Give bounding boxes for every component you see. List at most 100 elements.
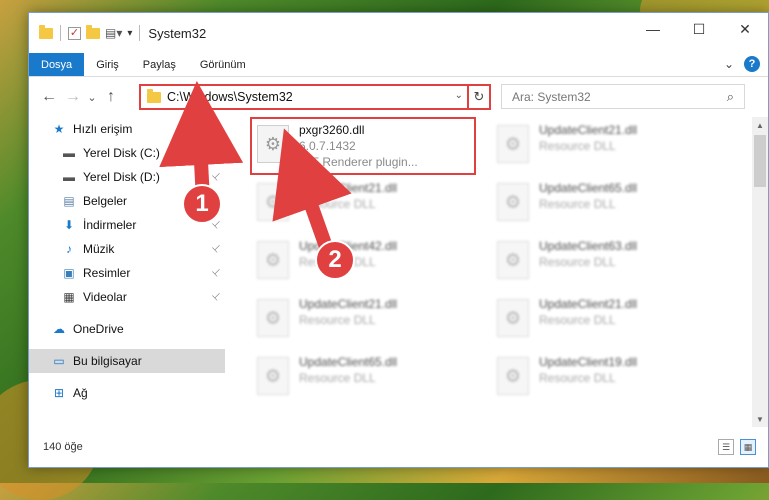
- file-item[interactable]: ⚙ UpdateClient21.dll Resource DLL: [497, 297, 727, 353]
- file-item[interactable]: ⚙ UpdateClient19.dll Resource DLL: [497, 355, 727, 411]
- sidebar-item-label: Resimler: [83, 266, 131, 280]
- pin-icon[interactable]: ⊥: [210, 170, 224, 184]
- tiles-view-icon[interactable]: ▦: [740, 439, 756, 455]
- dll-file-icon: ⚙: [497, 241, 529, 279]
- sidebar-item-label: Bu bilgisayar: [73, 354, 142, 368]
- minimize-button[interactable]: —: [630, 13, 676, 45]
- pictures-icon: ▣: [63, 266, 75, 280]
- music-icon: ♪: [66, 242, 72, 256]
- forward-button[interactable]: →: [61, 85, 85, 109]
- up-button[interactable]: ↑: [99, 85, 123, 109]
- search-input[interactable]: Ara: System32 ⌕: [501, 84, 745, 109]
- pin-icon[interactable]: ⊥: [210, 146, 224, 160]
- file-info: UpdateClient65.dll Resource DLL: [299, 355, 397, 385]
- file-info: UpdateClient21.dll Resource DLL: [299, 297, 397, 327]
- status-bar: 140 öğe ☰ ▦: [29, 427, 768, 467]
- search-placeholder: Ara: System32: [512, 89, 591, 104]
- folder-icon: [147, 88, 161, 103]
- new-folder-icon[interactable]: [86, 24, 100, 39]
- divider: [60, 25, 61, 41]
- sidebar-item[interactable]: ▭ Bu bilgisayar: [29, 349, 225, 373]
- dll-file-icon: ⚙: [257, 183, 289, 221]
- search-icon[interactable]: ⌕: [727, 89, 734, 105]
- file-item[interactable]: ⚙ UpdateClient65.dll Resource DLL: [497, 181, 727, 237]
- file-name: UpdateClient21.dll: [299, 297, 398, 311]
- scroll-up-icon[interactable]: ▲: [752, 117, 768, 133]
- file-detail: Resource DLL: [299, 371, 376, 385]
- chevron-down-icon[interactable]: ⌄: [455, 90, 463, 101]
- recent-locations-button[interactable]: ⌄: [85, 85, 99, 109]
- tab-giris[interactable]: Giriş: [84, 53, 131, 76]
- dll-file-icon: ⚙: [497, 183, 529, 221]
- refresh-button[interactable]: ↻: [467, 86, 489, 108]
- scroll-down-icon[interactable]: ▼: [752, 411, 768, 427]
- navigation-pane: ★ Hızlı erişim ▬ Yerel Disk (C:) ⊥ ▬ Yerel Dis…: [29, 117, 225, 427]
- dll-file-icon: ⚙: [497, 299, 529, 337]
- sidebar-item[interactable]: ▣ Resimler ⊥: [29, 261, 225, 285]
- file-item[interactable]: ⚙ UpdateClient21.dll Resource DLL: [257, 181, 487, 237]
- expand-ribbon-icon[interactable]: ⌄: [724, 57, 734, 71]
- customize-toolbar-icon[interactable]: ▤▾: [105, 26, 122, 40]
- pin-icon[interactable]: ⊥: [210, 266, 224, 280]
- file-item[interactable]: ⚙ UpdateClient63.dll Resource DLL: [497, 239, 727, 295]
- file-name: UpdateClient19.dll: [539, 355, 638, 369]
- file-info: UpdateClient65.dll Resource DLL: [539, 181, 637, 211]
- file-detail: Resource DLL: [539, 255, 616, 269]
- address-path[interactable]: C:\Windows\System32: [167, 90, 293, 104]
- file-item[interactable]: ⚙ UpdateClient65.dll Resource DLL: [257, 355, 487, 411]
- file-name: UpdateClient21.dll: [299, 181, 398, 195]
- sidebar-item[interactable]: ♪ Müzik ⊥: [29, 237, 225, 261]
- details-view-icon[interactable]: ☰: [718, 439, 734, 455]
- pin-icon[interactable]: ⊥: [210, 242, 224, 256]
- navigation-bar: ← → ⌄ ↑ C:\Windows\System32 ⌄ ↻ Ara: Sys…: [29, 77, 768, 117]
- file-name: UpdateClient65.dll: [299, 355, 398, 369]
- scroll-thumb[interactable]: [754, 135, 766, 187]
- back-button[interactable]: ←: [37, 85, 61, 109]
- chevron-down-icon[interactable]: ▾: [127, 28, 132, 39]
- network-icon: ⊞: [53, 386, 65, 400]
- download-icon: ⬇: [63, 218, 75, 232]
- file-name: UpdateClient21.dll: [539, 123, 638, 137]
- file-info: UpdateClient21.dll Resource DLL: [299, 181, 397, 211]
- sidebar-item-label: OneDrive: [73, 322, 124, 336]
- tab-dosya[interactable]: Dosya: [29, 53, 85, 76]
- file-detail: Resource DLL: [299, 313, 376, 327]
- sidebar-item-label: Ağ: [73, 386, 88, 400]
- dll-file-icon: ⚙: [257, 299, 289, 337]
- sidebar-item[interactable]: ⊞ Ağ: [29, 381, 225, 405]
- file-info: UpdateClient21.dll Resource DLL: [539, 297, 637, 327]
- address-bar[interactable]: C:\Windows\System32 ⌄ ↻: [139, 84, 491, 110]
- maximize-button[interactable]: ☐: [676, 13, 722, 45]
- dll-file-icon: ⚙: [497, 357, 529, 395]
- file-name: UpdateClient65.dll: [539, 181, 638, 195]
- close-button[interactable]: ✕: [722, 13, 768, 45]
- file-name: UpdateClient21.dll: [539, 297, 638, 311]
- ribbon-tabs: Dosya Giriş Paylaş Görünüm ⌄ ?: [29, 53, 768, 77]
- file-item[interactable]: ⚙ UpdateClient21.dll Resource DLL: [257, 297, 487, 353]
- sidebar-item[interactable]: ☁ OneDrive: [29, 317, 225, 341]
- file-info: UpdateClient63.dll Resource DLL: [539, 239, 637, 269]
- quick-access-toolbar: ✓ ▤▾ ▾: [29, 24, 142, 41]
- properties-icon[interactable]: ✓: [68, 26, 81, 40]
- help-icon[interactable]: ?: [744, 56, 760, 72]
- window-controls: — ☐ ✕: [630, 13, 768, 45]
- file-item[interactable]: ⚙UpdateClient42.dllResource DLL: [257, 239, 487, 295]
- sidebar-item[interactable]: ★ Hızlı erişim: [29, 117, 225, 141]
- cloud-icon: ☁: [53, 322, 65, 336]
- computer-icon: ▭: [53, 354, 65, 368]
- documents-icon: ▤: [63, 194, 75, 208]
- file-info: UpdateClient19.dll Resource DLL: [539, 355, 637, 385]
- file-detail: Resource DLL: [539, 197, 616, 211]
- view-switcher: ☰ ▦: [718, 439, 756, 455]
- tab-paylas[interactable]: Paylaş: [131, 53, 188, 76]
- highlight-frame: [250, 117, 476, 175]
- file-detail: Resource DLL: [299, 197, 376, 211]
- pin-icon[interactable]: ⊥: [210, 290, 224, 304]
- file-detail: Resource DLL: [539, 371, 616, 385]
- sidebar-item[interactable]: ▬ Yerel Disk (C:) ⊥: [29, 141, 225, 165]
- file-item[interactable]: ⚙ UpdateClient21.dll Resource DLL: [497, 123, 727, 179]
- sidebar-item[interactable]: ▦ Videolar ⊥: [29, 285, 225, 309]
- tab-gorunum[interactable]: Görünüm: [188, 53, 258, 76]
- file-detail: Resource DLL: [539, 139, 616, 153]
- vertical-scrollbar[interactable]: ▲ ▼: [752, 117, 768, 427]
